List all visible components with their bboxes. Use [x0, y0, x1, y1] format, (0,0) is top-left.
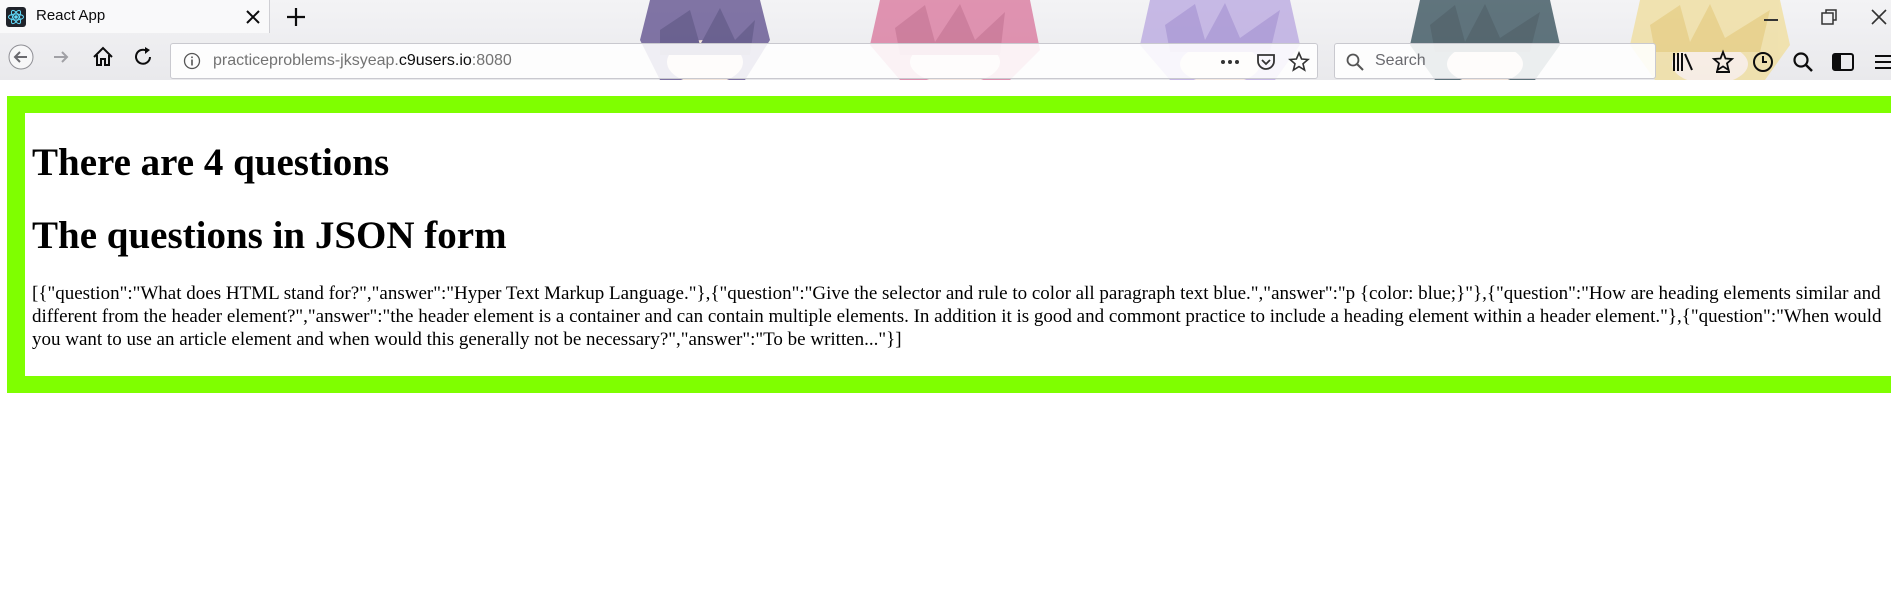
- question-count-heading: There are 4 questions: [32, 141, 390, 184]
- app-container: There are 4 questions The questions in J…: [7, 96, 1891, 393]
- bookmark-star-icon[interactable]: [1288, 51, 1310, 73]
- plus-icon[interactable]: [283, 4, 309, 30]
- search-bar[interactable]: [1334, 43, 1656, 79]
- page-viewport: There are 4 questions The questions in J…: [0, 93, 1891, 595]
- sidebar-icon[interactable]: [1830, 49, 1856, 75]
- json-form-heading: The questions in JSON form: [32, 214, 507, 257]
- library-icon[interactable]: [1670, 49, 1696, 75]
- questions-json-text: [{"question":"What does HTML stand for?"…: [32, 283, 1882, 350]
- app-content: There are 4 questions The questions in J…: [25, 113, 1891, 376]
- address-bar[interactable]: practiceproblems-jksyeap.c9users.io:8080: [170, 43, 1318, 79]
- search-input[interactable]: [1373, 50, 1643, 72]
- url-port: :8080: [471, 52, 512, 69]
- search-icon: [1346, 53, 1364, 71]
- zoom-search-icon[interactable]: [1790, 49, 1816, 75]
- info-icon[interactable]: [183, 52, 201, 70]
- tab-react-app[interactable]: React App: [0, 0, 270, 33]
- menu-icon[interactable]: [1872, 49, 1891, 75]
- pocket-icon[interactable]: [1255, 51, 1277, 73]
- close-window-icon[interactable]: [1868, 6, 1890, 28]
- tab-title: React App: [36, 7, 106, 24]
- back-arrow-icon[interactable]: [8, 44, 34, 70]
- forward-arrow-icon[interactable]: [48, 44, 74, 70]
- url-host: c9users.io: [398, 52, 472, 69]
- url-text[interactable]: practiceproblems-jksyeap.c9users.io:8080: [213, 52, 512, 70]
- minimize-icon[interactable]: [1760, 6, 1782, 28]
- url-subdomain: practiceproblems-jksyeap.: [213, 52, 399, 69]
- browser-chrome: React App practiceproblems-jksyeap.c9use…: [0, 0, 1891, 80]
- reload-icon[interactable]: [130, 44, 156, 70]
- page-actions-icon[interactable]: [1219, 51, 1241, 73]
- close-icon[interactable]: [244, 8, 262, 26]
- restore-icon[interactable]: [1818, 6, 1840, 28]
- history-clock-icon[interactable]: [1750, 49, 1776, 75]
- favorites-icon[interactable]: [1710, 49, 1736, 75]
- react-logo-icon: [6, 7, 26, 27]
- home-icon[interactable]: [90, 44, 116, 70]
- tab-bar: React App: [0, 0, 1891, 33]
